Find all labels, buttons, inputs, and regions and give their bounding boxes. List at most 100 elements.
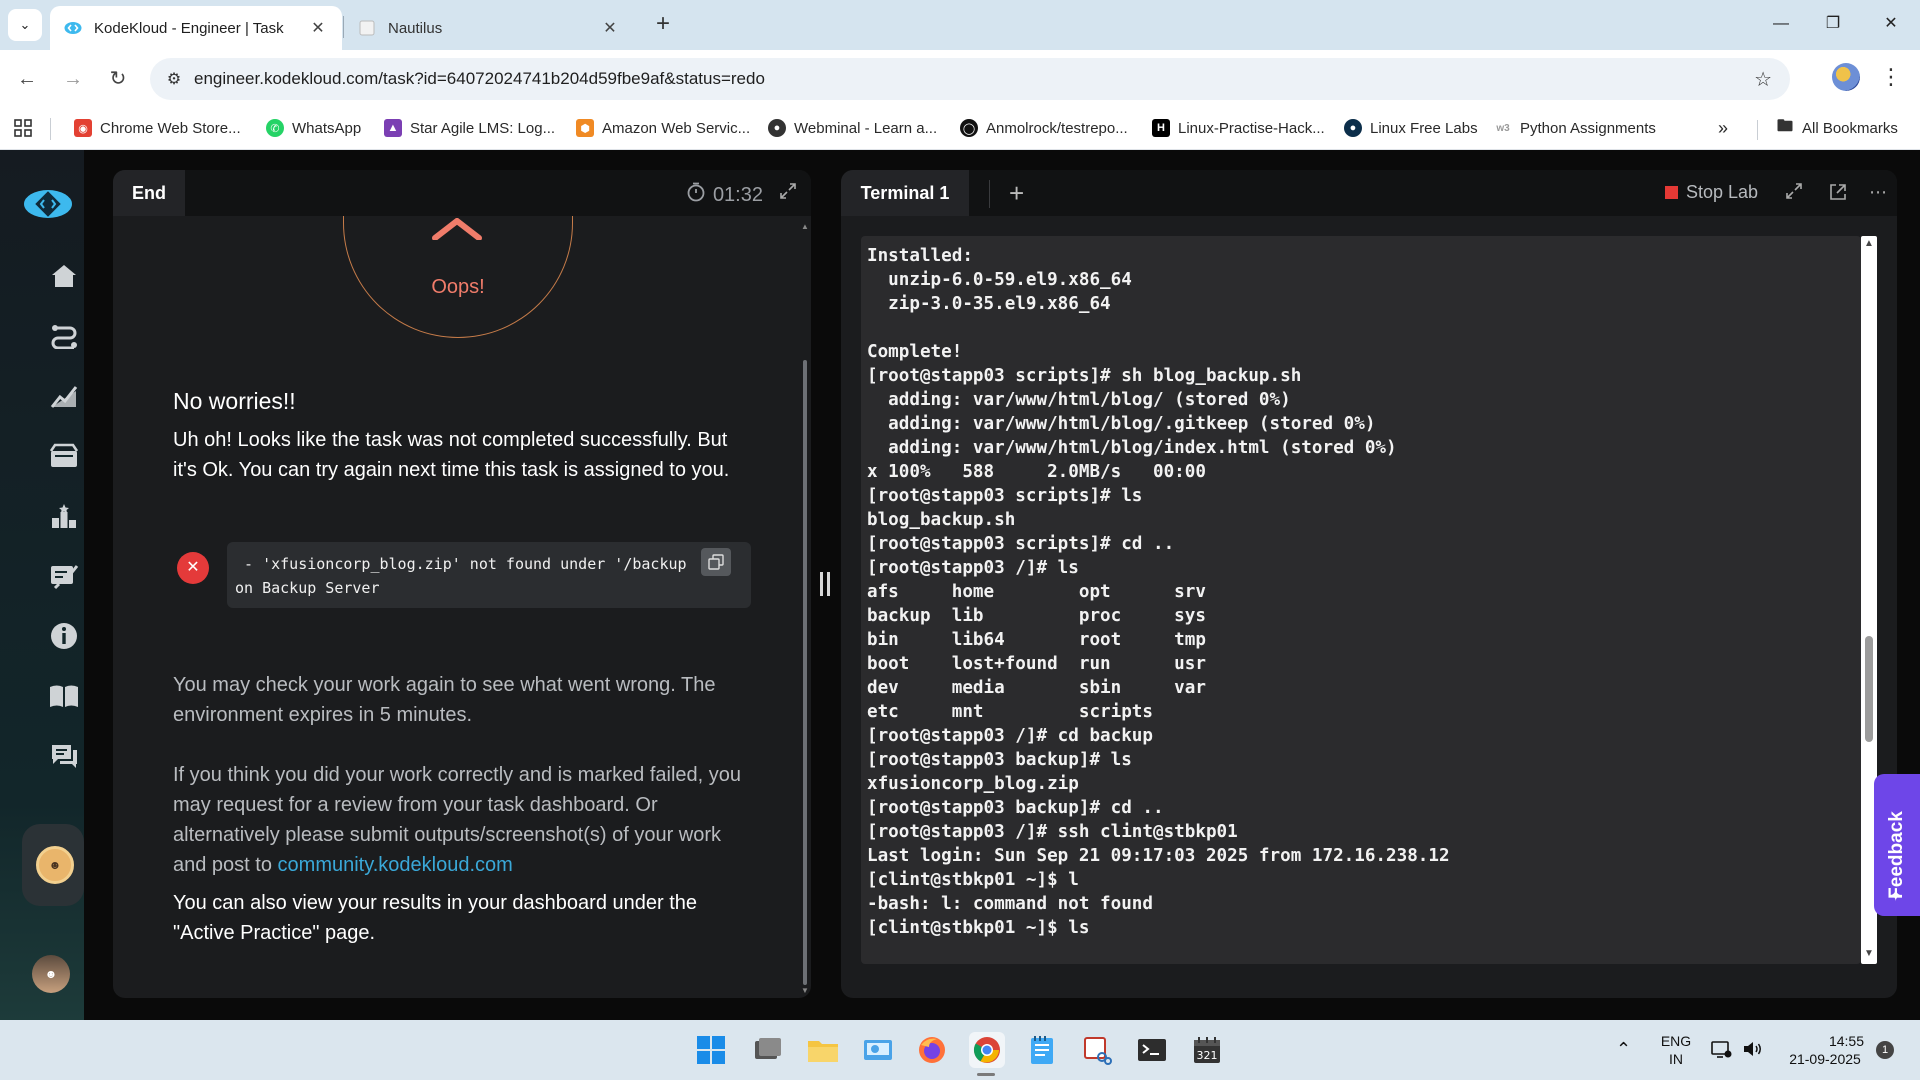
close-tab-icon[interactable]: ✕: [308, 18, 328, 38]
bookmark-item[interactable]: ● Linux Free Labs: [1344, 116, 1478, 140]
bookmark-item[interactable]: ● Webminal - Learn a...: [768, 116, 937, 140]
browser-menu-icon[interactable]: ⋮: [1880, 64, 1902, 90]
bookmark-item[interactable]: w3 Python Assignments: [1494, 116, 1656, 140]
tab-terminal-1[interactable]: Terminal 1: [841, 170, 969, 216]
apps-grid-icon[interactable]: [14, 116, 32, 140]
leaderboard-icon[interactable]: [44, 496, 84, 536]
browser-tabstrip: ⌄ KodeKloud - Engineer | Task ✕ Nautilus…: [0, 0, 1920, 50]
notepad-icon[interactable]: [1024, 1032, 1060, 1068]
snipping-tool-icon[interactable]: [1079, 1032, 1115, 1068]
forward-arrow-icon[interactable]: →: [58, 64, 88, 94]
address-bar[interactable]: ⚙ engineer.kodekloud.com/task?id=6407202…: [150, 58, 1790, 100]
scroll-up-arrow-icon[interactable]: ▲: [1863, 238, 1875, 250]
mascot-avatar[interactable]: ☻: [36, 846, 74, 884]
volume-icon[interactable]: [1742, 1039, 1764, 1062]
more-bookmarks-icon[interactable]: »: [1718, 116, 1728, 140]
start-icon[interactable]: [693, 1032, 729, 1068]
terminal-scroll-thumb[interactable]: [1865, 636, 1873, 742]
terminal-line: dev media sbin var: [867, 678, 1206, 698]
extension-icon[interactable]: [1832, 63, 1860, 91]
browser-tab-active[interactable]: KodeKloud - Engineer | Task ✕: [50, 6, 342, 50]
expand-icon[interactable]: [1783, 182, 1805, 204]
bookmark-item[interactable]: ◯ Anmolrock/testrepo...: [960, 116, 1128, 140]
all-bookmarks-button[interactable]: 🖿 All Bookmarks: [1776, 116, 1898, 140]
bookmark-label: WhatsApp: [292, 119, 362, 137]
bookmark-star-icon[interactable]: ☆: [1754, 67, 1772, 92]
assignments-icon[interactable]: [44, 556, 84, 596]
add-terminal-icon[interactable]: +: [1009, 178, 1024, 209]
terminal-output[interactable]: Installed: unzip-6.0-59.el9.x86_64 zip-3…: [861, 236, 1861, 964]
tab-search-button[interactable]: ⌄: [8, 9, 42, 41]
calendar-app-icon[interactable]: 321: [1189, 1032, 1225, 1068]
community-chat-icon[interactable]: [44, 736, 84, 776]
open-new-window-icon[interactable]: [1827, 182, 1849, 204]
learning-path-icon[interactable]: [44, 316, 84, 356]
community-link[interactable]: community.kodekloud.com: [278, 854, 513, 876]
terminal-line: Complete!: [867, 342, 963, 362]
more-options-icon[interactable]: ⋯: [1867, 182, 1889, 204]
close-tab-icon[interactable]: ✕: [600, 18, 620, 38]
terminal-line: bin lib64 root tmp: [867, 630, 1206, 650]
header-divider: [989, 180, 990, 208]
windows-taskbar: 321 ⌃ ENG IN 14:55 21-09-2025 1: [0, 1020, 1920, 1080]
end-panel-body: Oops! No worries!! Uh oh! Looks like the…: [113, 216, 811, 998]
clock[interactable]: 14:55 21-09-2025: [1780, 1032, 1870, 1068]
terminal-line: adding: var/www/html/blog/ (stored 0%): [867, 390, 1291, 410]
stop-lab-button[interactable]: Stop Lab: [1665, 182, 1758, 203]
close-window-icon[interactable]: ✕: [1868, 8, 1914, 40]
terminal-line: Last login: Sun Sep 21 09:17:03 2025 fro…: [867, 846, 1450, 866]
bookmarks-bar: ◉ Chrome Web Store... ✆ WhatsApp ▲ Star Agi…: [0, 106, 1920, 150]
folder-icon: 🖿: [1776, 117, 1793, 135]
kodekloud-logo-icon[interactable]: [22, 186, 74, 220]
docs-book-icon[interactable]: [44, 676, 84, 716]
w3schools-icon: w3: [1494, 119, 1512, 137]
bookmark-label: Chrome Web Store...: [100, 119, 241, 137]
back-arrow-icon[interactable]: ←: [12, 64, 42, 94]
minimize-icon[interactable]: —: [1758, 8, 1804, 40]
notification-badge[interactable]: 1: [1876, 1041, 1894, 1059]
browser-toolbar: ← → ↻ ⚙ engineer.kodekloud.com/task?id=6…: [0, 50, 1920, 106]
terminal-line: etc mnt scripts: [867, 702, 1153, 722]
left-panel-scrollbar[interactable]: [803, 360, 807, 985]
bookmark-item[interactable]: ▲ Star Agile LMS: Log...: [384, 116, 555, 140]
tab-end[interactable]: End: [113, 170, 185, 216]
control-panel-icon[interactable]: [860, 1032, 896, 1068]
site-info-icon[interactable]: ⚙: [154, 69, 194, 89]
language-indicator[interactable]: ENG IN: [1660, 1032, 1692, 1068]
terminal-line: adding: var/www/html/blog/.gitkeep (stor…: [867, 414, 1376, 434]
copy-icon[interactable]: [701, 548, 731, 576]
reload-icon[interactable]: ↻: [103, 64, 133, 94]
user-avatar[interactable]: ☻: [32, 955, 70, 993]
github-icon: ◯: [960, 119, 978, 137]
progress-icon[interactable]: [44, 376, 84, 416]
bookmark-item[interactable]: ✆ WhatsApp: [266, 116, 361, 140]
svg-text:321: 321: [1197, 1049, 1218, 1062]
network-icon[interactable]: [1710, 1039, 1732, 1062]
home-icon[interactable]: [44, 256, 84, 296]
task-view-icon[interactable]: [750, 1032, 786, 1068]
bookmark-item[interactable]: H Linux-Practise-Hack...: [1152, 116, 1325, 140]
show-hidden-icons-chevron-icon[interactable]: ⌃: [1616, 1040, 1631, 1058]
scroll-down-arrow-icon[interactable]: ▼: [801, 986, 809, 995]
info-icon[interactable]: [44, 616, 84, 656]
terminal-app-icon[interactable]: [1134, 1032, 1170, 1068]
end-panel: End 01:32 Oops! No worries!! Uh oh! Look…: [113, 170, 811, 998]
scroll-down-arrow-icon[interactable]: ▼: [1863, 948, 1875, 960]
file-explorer-icon[interactable]: [805, 1032, 841, 1068]
terminal-panel: Terminal 1 + Stop Lab ⋯ Installed: unzip…: [841, 170, 1897, 998]
browser-tab-nautilus[interactable]: Nautilus ✕: [344, 6, 634, 50]
firefox-icon[interactable]: [914, 1032, 950, 1068]
restore-icon[interactable]: ❐: [1810, 8, 1856, 40]
bookmark-item[interactable]: ◉ Chrome Web Store...: [74, 116, 241, 140]
terminal-line: x 100% 588 2.0MB/s 00:00: [867, 462, 1206, 482]
panel-resize-handle[interactable]: [820, 572, 830, 596]
labs-icon[interactable]: [44, 436, 84, 476]
feedback-button[interactable]: Feedback ✦: [1874, 774, 1920, 916]
scroll-up-arrow-icon[interactable]: ▲: [801, 222, 809, 231]
chrome-icon[interactable]: [969, 1032, 1005, 1068]
expand-icon[interactable]: [777, 182, 799, 204]
bookmark-item[interactable]: ⬢ Amazon Web Servic...: [576, 116, 750, 140]
stopwatch-icon: [687, 182, 705, 208]
new-tab-button[interactable]: +: [650, 10, 676, 40]
